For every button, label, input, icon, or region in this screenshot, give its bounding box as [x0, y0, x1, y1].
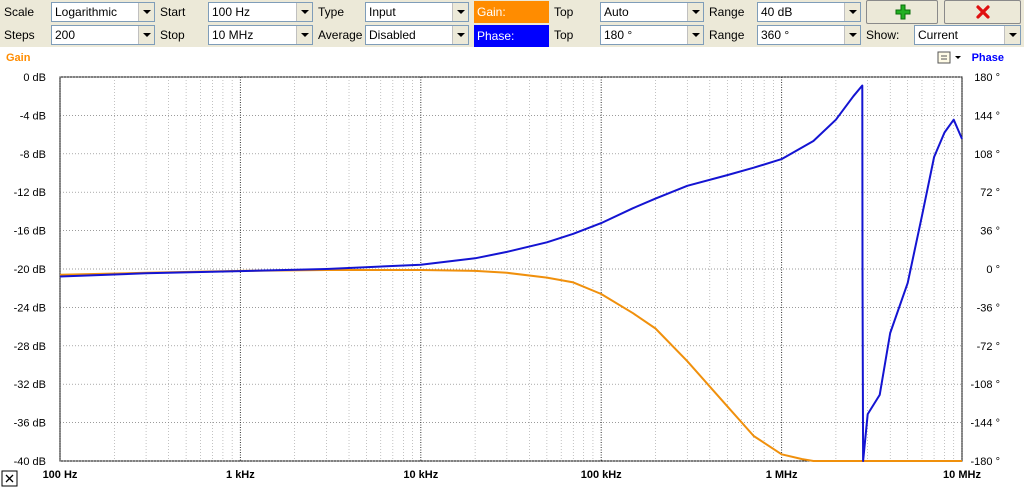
phase-tick-label: 72 ° [980, 187, 1000, 199]
phase-axis-title: Phase [972, 52, 1004, 64]
gain-tick-label: -12 dB [14, 187, 46, 199]
phase-tick-label: -108 ° [971, 379, 1000, 391]
chevron-down-icon[interactable] [687, 3, 703, 21]
gain-color-swatch[interactable]: Gain: [474, 1, 549, 23]
gain-tick-label: -4 dB [20, 110, 46, 122]
average-label: Average [318, 28, 363, 42]
gain-tick-label: -36 dB [14, 418, 46, 430]
gain-tick-label: 0 dB [23, 72, 46, 84]
chevron-down-icon[interactable] [138, 26, 154, 44]
chevron-down-icon[interactable] [296, 26, 312, 44]
start-value: 100 Hz [212, 5, 251, 19]
gain-range-dropdown[interactable]: 40 dB [757, 2, 861, 22]
start-dropdown[interactable]: 100 Hz [208, 2, 313, 22]
steps-value: 200 [55, 28, 76, 42]
control-toolbar: Scale Logarithmic Start 100 Hz Type Inpu… [0, 0, 1024, 47]
add-button[interactable] [866, 0, 938, 24]
gain-top-value: Auto [604, 5, 629, 19]
chart-options-icon[interactable] [937, 51, 961, 64]
phase-top-dropdown[interactable]: 180 ° [600, 25, 704, 45]
chevron-down-icon[interactable] [687, 26, 703, 44]
bode-plot: 0 dB 180 ° -4 dB 144 ° -8 dB 108 ° -12 dB 72 ° -… [0, 47, 1024, 490]
x-tick-label: 100 Hz [43, 469, 78, 481]
phase-color-swatch[interactable]: Phase: [474, 25, 549, 47]
scale-dropdown[interactable]: Logarithmic [51, 2, 155, 22]
gain-tick-label: -28 dB [14, 341, 46, 353]
x-tick-label: 1 kHz [226, 469, 255, 481]
chevron-down-icon[interactable] [1004, 26, 1020, 44]
type-label: Type [318, 5, 345, 19]
x-tick-label: 1 MHz [766, 469, 798, 481]
scale-value: Logarithmic [55, 5, 118, 19]
show-value: Current [918, 28, 959, 42]
phase-tick-label: -180 ° [971, 456, 1000, 468]
top1-label: Top [554, 5, 574, 19]
type-dropdown[interactable]: Input [365, 2, 469, 22]
chevron-down-icon[interactable] [844, 3, 860, 21]
type-value: Input [369, 5, 396, 19]
green-plus-icon [895, 4, 911, 20]
show-label: Show: [866, 28, 900, 42]
stop-value: 10 MHz [212, 28, 254, 42]
x-tick-label: 10 kHz [403, 469, 438, 481]
phase-top-value: 180 ° [604, 28, 633, 42]
phase-tick-label: -144 ° [971, 418, 1000, 430]
steps-dropdown[interactable]: 200 [51, 25, 155, 45]
phase-tick-label: -36 ° [977, 302, 1000, 314]
close-icon[interactable] [1, 470, 18, 487]
show-dropdown[interactable]: Current [914, 25, 1021, 45]
x-tick-label: 10 MHz [943, 469, 981, 481]
delete-button[interactable] [944, 0, 1021, 24]
chevron-down-icon[interactable] [138, 3, 154, 21]
gain-top-dropdown[interactable]: Auto [600, 2, 704, 22]
gain-tick-label: -8 dB [20, 149, 46, 161]
start-label: Start [160, 5, 186, 19]
average-value: Disabled [369, 28, 416, 42]
scale-label: Scale [4, 5, 35, 19]
gain-axis-title: Gain [6, 52, 31, 64]
gain-range-value: 40 dB [761, 5, 793, 19]
phase-tick-label: -72 ° [977, 341, 1000, 353]
phase-range-value: 360 ° [761, 28, 790, 42]
phase-tick-label: 0 ° [986, 264, 1000, 276]
phase-tick-label: 108 ° [974, 149, 1000, 161]
chevron-down-icon[interactable] [296, 3, 312, 21]
steps-label: Steps [4, 28, 35, 42]
chevron-down-icon[interactable] [452, 26, 468, 44]
top2-label: Top [554, 28, 574, 42]
stop-label: Stop [160, 28, 185, 42]
gain-tick-label: -24 dB [14, 302, 46, 314]
phase-tick-label: 36 ° [980, 226, 1000, 238]
gain-tick-label: -20 dB [14, 264, 46, 276]
stop-dropdown[interactable]: 10 MHz [208, 25, 313, 45]
bode-plot-svg: 0 dB 180 ° -4 dB 144 ° -8 dB 108 ° -12 dB 72 ° -… [1, 51, 1004, 487]
phase-range-dropdown[interactable]: 360 ° [757, 25, 861, 45]
gain-tick-label: -16 dB [14, 226, 46, 238]
red-x-icon [976, 5, 990, 19]
range2-label: Range [709, 28, 745, 42]
chevron-down-icon[interactable] [452, 3, 468, 21]
average-dropdown[interactable]: Disabled [365, 25, 469, 45]
chevron-down-icon[interactable] [844, 26, 860, 44]
phase-tick-label: 144 ° [974, 110, 1000, 122]
range1-label: Range [709, 5, 745, 19]
gain-tick-label: -32 dB [14, 379, 46, 391]
phase-tick-label: 180 ° [974, 72, 1000, 84]
gain-tick-label: -40 dB [14, 456, 46, 468]
x-tick-label: 100 kHz [581, 469, 622, 481]
